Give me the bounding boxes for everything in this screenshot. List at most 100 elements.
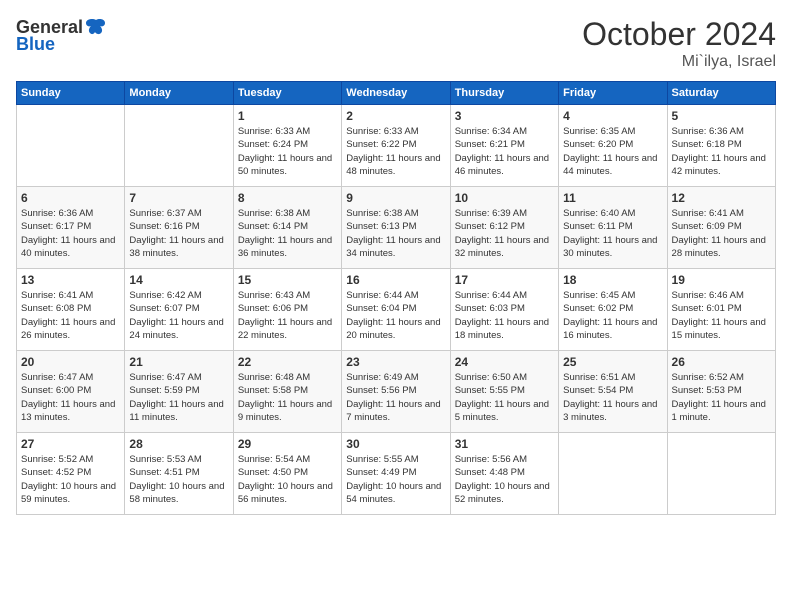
day-info: Sunrise: 6:49 AM Sunset: 5:56 PM Dayligh… [346,371,445,424]
week-row-2: 13 Sunrise: 6:41 AM Sunset: 6:08 PM Dayli… [17,269,776,351]
day-number: 28 [129,437,228,451]
logo-bird-icon [85,16,107,38]
week-row-0: 1 Sunrise: 6:33 AM Sunset: 6:24 PM Daylig… [17,105,776,187]
calendar-cell-3-3: 23 Sunrise: 6:49 AM Sunset: 5:56 PM Dayli… [342,351,450,433]
calendar-cell-2-0: 13 Sunrise: 6:41 AM Sunset: 6:08 PM Dayli… [17,269,125,351]
day-number: 13 [21,273,120,287]
calendar-cell-4-5 [559,433,667,515]
day-info: Sunrise: 6:33 AM Sunset: 6:24 PM Dayligh… [238,125,337,178]
calendar-cell-3-2: 22 Sunrise: 6:48 AM Sunset: 5:58 PM Dayli… [233,351,341,433]
week-row-1: 6 Sunrise: 6:36 AM Sunset: 6:17 PM Daylig… [17,187,776,269]
day-info: Sunrise: 5:53 AM Sunset: 4:51 PM Dayligh… [129,453,228,506]
day-number: 2 [346,109,445,123]
day-number: 23 [346,355,445,369]
day-info: Sunrise: 6:52 AM Sunset: 5:53 PM Dayligh… [672,371,771,424]
day-info: Sunrise: 6:44 AM Sunset: 6:03 PM Dayligh… [455,289,554,342]
calendar-cell-3-5: 25 Sunrise: 6:51 AM Sunset: 5:54 PM Dayli… [559,351,667,433]
day-number: 25 [563,355,662,369]
calendar-cell-4-6 [667,433,775,515]
calendar-cell-3-0: 20Sunrise: 6:47 AM Sunset: 6:00 PM Dayli… [17,351,125,433]
day-number: 16 [346,273,445,287]
day-info: Sunrise: 6:43 AM Sunset: 6:06 PM Dayligh… [238,289,337,342]
day-number: 14 [129,273,228,287]
day-number: 17 [455,273,554,287]
calendar-cell-0-0 [17,105,125,187]
calendar-cell-0-6: 5Sunrise: 6:36 AM Sunset: 6:18 PM Daylig… [667,105,775,187]
calendar-cell-2-4: 17 Sunrise: 6:44 AM Sunset: 6:03 PM Dayli… [450,269,558,351]
calendar-cell-2-6: 19Sunrise: 6:46 AM Sunset: 6:01 PM Dayli… [667,269,775,351]
logo-blue: Blue [16,34,55,55]
day-number: 8 [238,191,337,205]
calendar-cell-0-2: 1 Sunrise: 6:33 AM Sunset: 6:24 PM Daylig… [233,105,341,187]
calendar-table: Sunday Monday Tuesday Wednesday Thursday… [16,81,776,515]
day-info: Sunrise: 5:55 AM Sunset: 4:49 PM Dayligh… [346,453,445,506]
day-number: 10 [455,191,554,205]
header-monday: Monday [125,82,233,105]
day-info: Sunrise: 6:47 AM Sunset: 5:59 PM Dayligh… [129,371,228,424]
calendar-cell-1-4: 10 Sunrise: 6:39 AM Sunset: 6:12 PM Dayli… [450,187,558,269]
day-number: 24 [455,355,554,369]
calendar-cell-1-0: 6 Sunrise: 6:36 AM Sunset: 6:17 PM Daylig… [17,187,125,269]
day-number: 21 [129,355,228,369]
day-info: Sunrise: 6:48 AM Sunset: 5:58 PM Dayligh… [238,371,337,424]
calendar-cell-0-5: 4 Sunrise: 6:35 AM Sunset: 6:20 PM Daylig… [559,105,667,187]
calendar-cell-2-5: 18 Sunrise: 6:45 AM Sunset: 6:02 PM Dayli… [559,269,667,351]
day-info: Sunrise: 6:42 AM Sunset: 6:07 PM Dayligh… [129,289,228,342]
header-thursday: Thursday [450,82,558,105]
calendar-header-row: Sunday Monday Tuesday Wednesday Thursday… [17,82,776,105]
day-number: 6 [21,191,120,205]
day-info: Sunrise: 6:46 AM Sunset: 6:01 PM Dayligh… [672,289,771,342]
calendar-cell-4-1: 28 Sunrise: 5:53 AM Sunset: 4:51 PM Dayli… [125,433,233,515]
day-info: Sunrise: 6:41 AM Sunset: 6:08 PM Dayligh… [21,289,120,342]
day-number: 30 [346,437,445,451]
calendar-cell-3-6: 26 Sunrise: 6:52 AM Sunset: 5:53 PM Dayli… [667,351,775,433]
day-number: 7 [129,191,228,205]
day-number: 31 [455,437,554,451]
day-info: Sunrise: 6:41 AM Sunset: 6:09 PM Dayligh… [672,207,771,260]
page: General Blue October 2024 Mi`ilya, Israe… [0,0,792,612]
header-saturday: Saturday [667,82,775,105]
day-number: 22 [238,355,337,369]
day-number: 27 [21,437,120,451]
day-info: Sunrise: 6:34 AM Sunset: 6:21 PM Dayligh… [455,125,554,178]
day-number: 11 [563,191,662,205]
week-row-3: 20Sunrise: 6:47 AM Sunset: 6:00 PM Dayli… [17,351,776,433]
calendar-cell-4-4: 31 Sunrise: 5:56 AM Sunset: 4:48 PM Dayli… [450,433,558,515]
header-tuesday: Tuesday [233,82,341,105]
day-info: Sunrise: 6:36 AM Sunset: 6:17 PM Dayligh… [21,207,120,260]
day-number: 4 [563,109,662,123]
location: Mi`ilya, Israel [582,53,776,71]
day-info: Sunrise: 6:35 AM Sunset: 6:20 PM Dayligh… [563,125,662,178]
day-info: Sunrise: 6:51 AM Sunset: 5:54 PM Dayligh… [563,371,662,424]
calendar-cell-4-2: 29Sunrise: 5:54 AM Sunset: 4:50 PM Dayli… [233,433,341,515]
calendar-cell-3-4: 24 Sunrise: 6:50 AM Sunset: 5:55 PM Dayli… [450,351,558,433]
header-sunday: Sunday [17,82,125,105]
day-info: Sunrise: 5:56 AM Sunset: 4:48 PM Dayligh… [455,453,554,506]
day-number: 12 [672,191,771,205]
day-info: Sunrise: 6:36 AM Sunset: 6:18 PM Dayligh… [672,125,771,178]
calendar-cell-3-1: 21 Sunrise: 6:47 AM Sunset: 5:59 PM Dayli… [125,351,233,433]
day-info: Sunrise: 6:39 AM Sunset: 6:12 PM Dayligh… [455,207,554,260]
day-info: Sunrise: 6:38 AM Sunset: 6:13 PM Dayligh… [346,207,445,260]
day-info: Sunrise: 6:44 AM Sunset: 6:04 PM Dayligh… [346,289,445,342]
calendar-cell-4-3: 30 Sunrise: 5:55 AM Sunset: 4:49 PM Dayli… [342,433,450,515]
calendar-cell-1-6: 12 Sunrise: 6:41 AM Sunset: 6:09 PM Dayli… [667,187,775,269]
month-title: October 2024 [582,16,776,53]
calendar-cell-1-3: 9Sunrise: 6:38 AM Sunset: 6:13 PM Daylig… [342,187,450,269]
logo: General Blue [16,16,107,55]
day-info: Sunrise: 6:33 AM Sunset: 6:22 PM Dayligh… [346,125,445,178]
day-number: 1 [238,109,337,123]
day-number: 3 [455,109,554,123]
header: General Blue October 2024 Mi`ilya, Israe… [16,16,776,71]
calendar-cell-4-0: 27 Sunrise: 5:52 AM Sunset: 4:52 PM Dayli… [17,433,125,515]
day-info: Sunrise: 6:47 AM Sunset: 6:00 PM Dayligh… [21,371,120,424]
calendar-cell-2-1: 14 Sunrise: 6:42 AM Sunset: 6:07 PM Dayli… [125,269,233,351]
day-info: Sunrise: 6:40 AM Sunset: 6:11 PM Dayligh… [563,207,662,260]
week-row-4: 27 Sunrise: 5:52 AM Sunset: 4:52 PM Dayli… [17,433,776,515]
day-info: Sunrise: 6:45 AM Sunset: 6:02 PM Dayligh… [563,289,662,342]
day-info: Sunrise: 6:50 AM Sunset: 5:55 PM Dayligh… [455,371,554,424]
day-number: 26 [672,355,771,369]
day-number: 18 [563,273,662,287]
title-area: October 2024 Mi`ilya, Israel [582,16,776,71]
day-info: Sunrise: 5:52 AM Sunset: 4:52 PM Dayligh… [21,453,120,506]
